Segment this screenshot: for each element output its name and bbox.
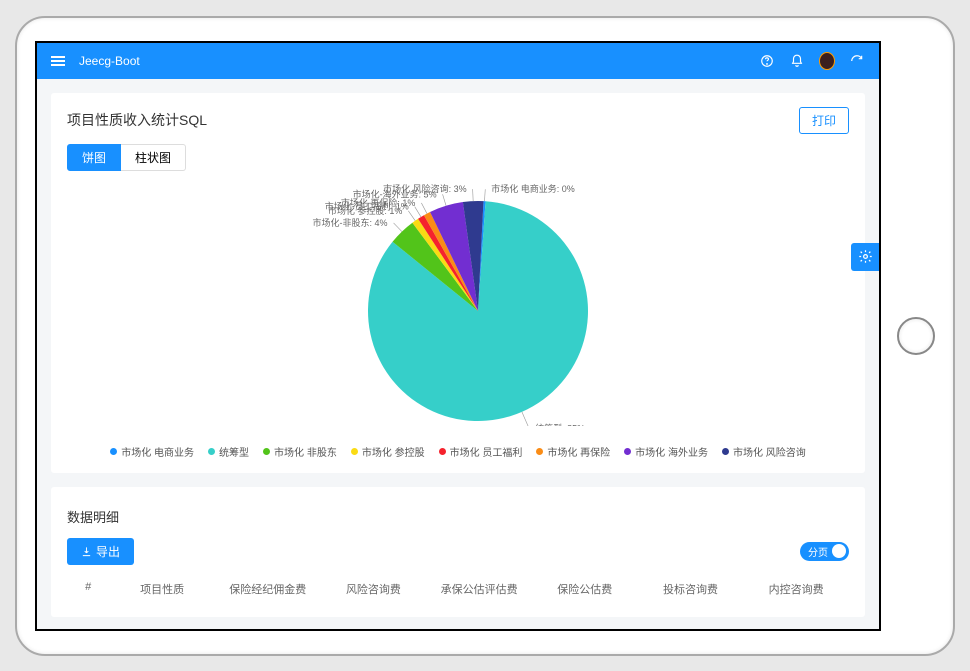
legend-item[interactable]: 统筹型	[208, 444, 249, 459]
legend-item[interactable]: 市场化 再保险	[536, 444, 610, 459]
tab-bar[interactable]: 柱状图	[121, 144, 186, 171]
export-button[interactable]: 导出	[67, 538, 134, 565]
export-label: 导出	[96, 543, 120, 560]
legend-item[interactable]: 市场化 海外业务	[624, 444, 708, 459]
legend-item[interactable]: 市场化 非股东	[263, 444, 337, 459]
refresh-icon[interactable]	[849, 53, 865, 69]
column-header: 投标咨询费	[638, 581, 744, 597]
column-header: #	[67, 581, 109, 597]
table-header: #项目性质保险经纪佣金费风险咨询费承保公估评估费保险公估费投标咨询费内控咨询费	[67, 575, 849, 603]
tab-pie[interactable]: 饼图	[67, 144, 121, 171]
print-button[interactable]: 打印	[799, 107, 849, 134]
column-header: 风险咨询费	[321, 581, 427, 597]
detail-title: 数据明细	[67, 501, 849, 538]
pagination-label: 分页	[808, 544, 828, 559]
detail-card: 数据明细 导出 分页 #项目性质保险经纪佣金费风险咨询费承保公估评估费保险公估费…	[51, 487, 865, 617]
column-header: 项目性质	[109, 581, 215, 597]
column-header: 内控咨询费	[743, 581, 849, 597]
help-icon[interactable]	[759, 53, 775, 69]
top-bar: Jeecg-Boot	[37, 43, 879, 79]
legend-item[interactable]: 市场化 参控股	[351, 444, 425, 459]
pie-chart: 市场化 电商业务: 0%统筹型: 85%市场化-非股东: 4%市场化 参控股: …	[67, 181, 849, 436]
column-header: 保险公估费	[532, 581, 638, 597]
tablet-home-button[interactable]	[897, 317, 935, 355]
settings-gear-button[interactable]	[851, 243, 879, 271]
app-title: Jeecg-Boot	[79, 54, 140, 68]
column-header: 保险经纪佣金费	[215, 581, 321, 597]
column-header: 承保公估评估费	[426, 581, 532, 597]
chart-tabs: 饼图 柱状图	[67, 144, 849, 171]
tablet-frame: Jeecg-Boot 项目性质收入统计SQL 打印 饼图 柱状图 市场化 电商业…	[15, 16, 955, 656]
screen: Jeecg-Boot 项目性质收入统计SQL 打印 饼图 柱状图 市场化 电商业…	[35, 41, 881, 631]
legend-item[interactable]: 市场化 电商业务	[110, 444, 194, 459]
chart-legend: 市场化 电商业务统筹型市场化 非股东市场化 参控股市场化 员工福利市场化 再保险…	[67, 444, 849, 459]
user-avatar[interactable]	[819, 53, 835, 69]
toggle-knob	[832, 544, 846, 558]
menu-toggle-icon[interactable]	[51, 54, 67, 68]
chart-card: 项目性质收入统计SQL 打印 饼图 柱状图 市场化 电商业务: 0% 统筹型: 8…	[51, 93, 865, 473]
main-content: 项目性质收入统计SQL 打印 饼图 柱状图 市场化 电商业务: 0% 统筹型: 8…	[37, 79, 879, 629]
pagination-toggle[interactable]: 分页	[800, 542, 849, 561]
bell-icon[interactable]	[789, 53, 805, 69]
legend-item[interactable]: 市场化 员工福利	[439, 444, 523, 459]
pie-label: 市场化 风险咨询: 3%	[383, 183, 467, 194]
pie-label: 统筹型: 85%	[535, 422, 585, 426]
card-title: 项目性质收入统计SQL	[67, 110, 799, 130]
legend-item[interactable]: 市场化 风险咨询	[722, 444, 806, 459]
pie-label: 市场化-非股东: 4%	[313, 216, 388, 227]
pie-label: 市场化 电商业务: 0%	[491, 183, 575, 194]
